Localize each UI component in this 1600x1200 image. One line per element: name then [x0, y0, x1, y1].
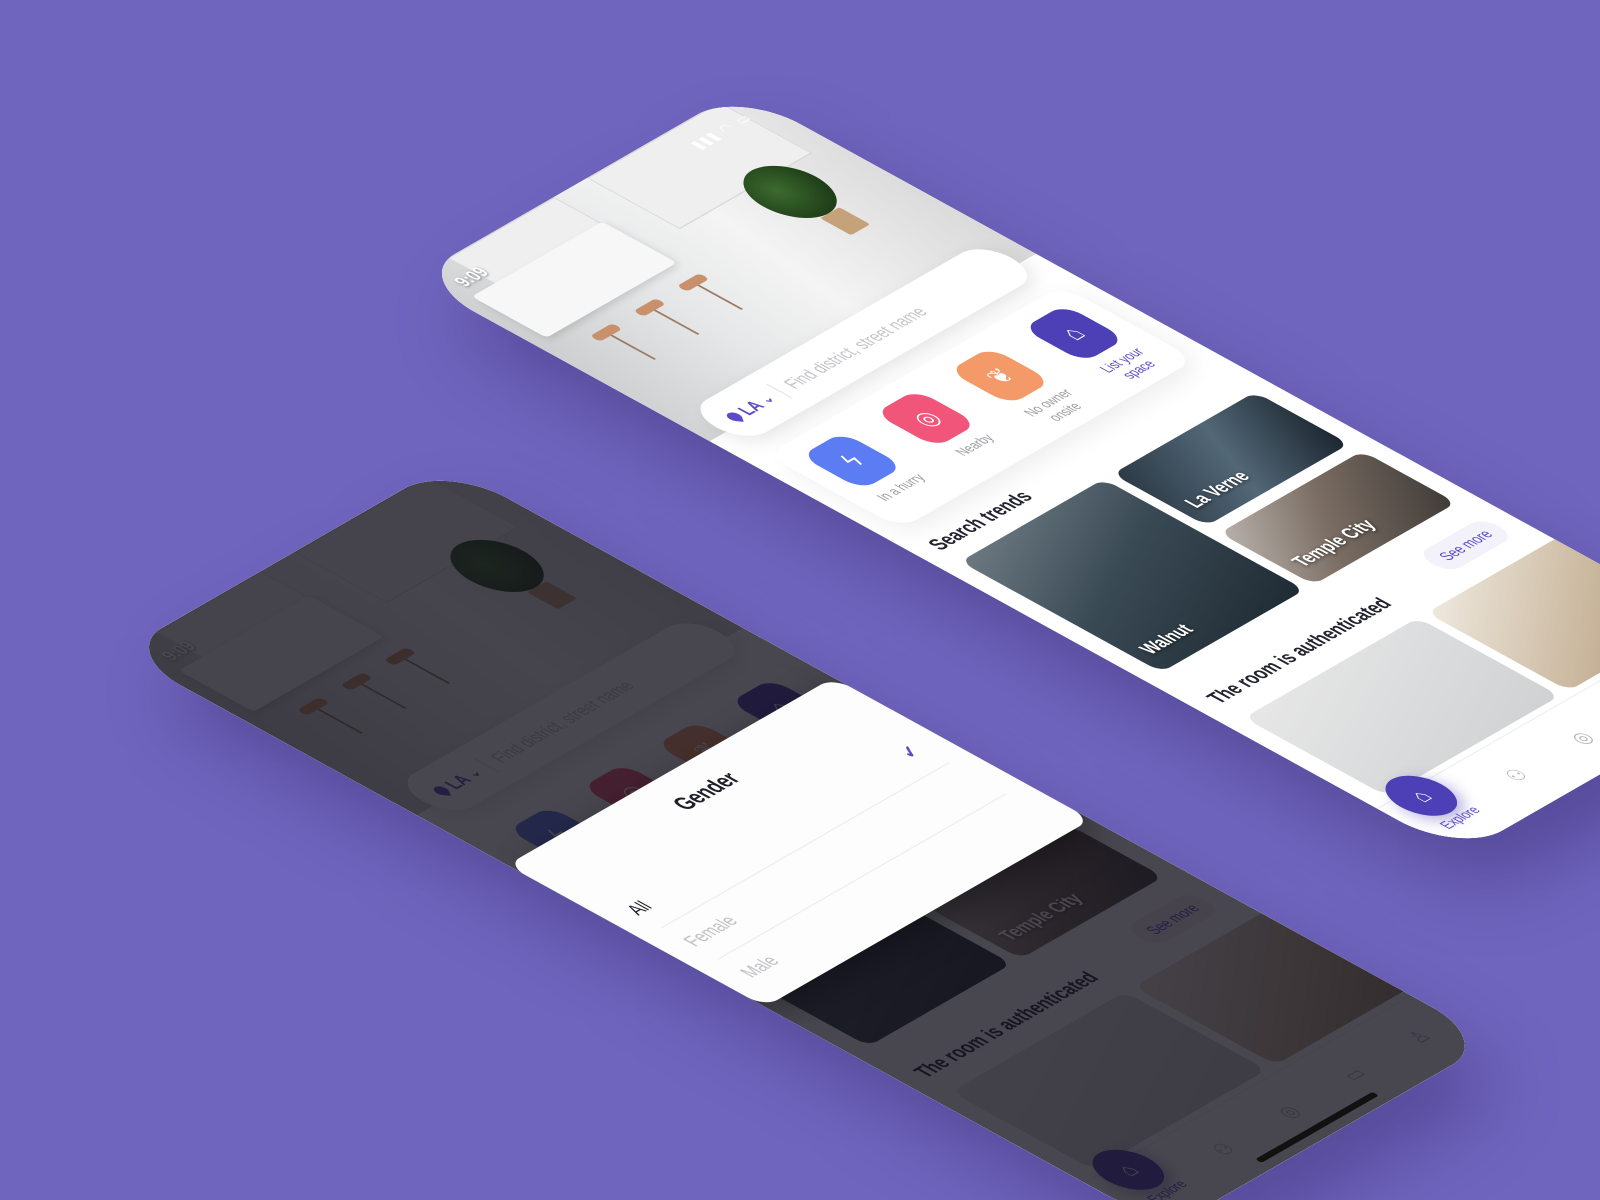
bolt-icon: ϟ: [800, 431, 905, 490]
roommates-icon[interactable]: ⚇: [1478, 753, 1556, 797]
trend-label: La Verne: [1179, 467, 1256, 512]
mockup-stage: 9:09 ▮▮▮ ◠ ▭ LA ⌄ Find district, street …: [0, 0, 1600, 1200]
city-selector[interactable]: LA ⌄: [720, 391, 781, 425]
see-more-button[interactable]: See more: [1415, 516, 1516, 574]
trend-label: Temple City: [1286, 516, 1382, 571]
option-label: Female: [677, 912, 744, 950]
checkmark-icon: ✓: [894, 743, 929, 762]
handshake-icon: ❦: [948, 347, 1052, 406]
location-pin-icon: [725, 411, 744, 422]
option-label: Male: [734, 952, 785, 981]
option-label: All: [620, 897, 658, 919]
house-icon: ⌂: [1021, 304, 1126, 363]
target-icon[interactable]: ◎: [1543, 716, 1600, 760]
nav-explore[interactable]: ⌂ Explore: [1371, 768, 1495, 837]
target-icon: ◎: [874, 389, 979, 448]
trend-label: Walnut: [1134, 620, 1200, 658]
